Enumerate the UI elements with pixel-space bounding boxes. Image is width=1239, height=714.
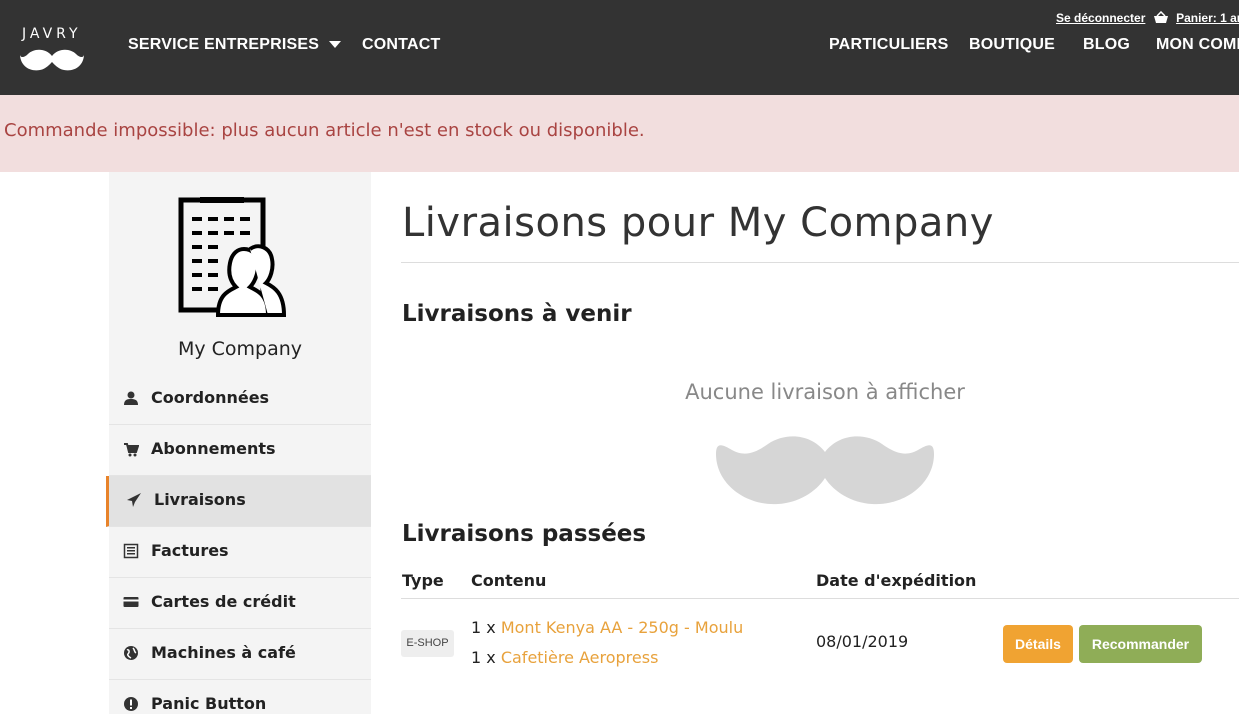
- sidebar-item-abonnements[interactable]: Abonnements: [109, 425, 371, 476]
- past-deliveries-title: Livraisons passées: [402, 521, 647, 547]
- table-header-divider: [401, 598, 1239, 599]
- cart-link[interactable]: Panier: 1 article: [1176, 11, 1239, 25]
- content-item: 1 x Cafetière Aeropress: [471, 648, 659, 667]
- sidebar-item-label: Factures: [151, 541, 229, 560]
- page-title: Livraisons pour My Company: [402, 200, 994, 246]
- sidebar-item-cartes-de-credit[interactable]: Cartes de crédit: [109, 578, 371, 629]
- logo-text: JAVRY: [22, 26, 82, 42]
- logout-link[interactable]: Se déconnecter: [1056, 11, 1145, 25]
- nav-mon-compte[interactable]: MON COMPTE: [1156, 36, 1239, 54]
- alert-icon: [124, 697, 138, 711]
- sidebar-item-label: Cartes de crédit: [151, 592, 296, 611]
- list-icon: [123, 543, 139, 559]
- sidebar-item-label: Abonnements: [151, 439, 276, 458]
- mustache-logo-icon: [20, 49, 84, 71]
- title-divider: [401, 262, 1239, 263]
- nav-particuliers[interactable]: PARTICULIERS: [829, 36, 948, 54]
- sidebar-item-label: Panic Button: [151, 694, 267, 713]
- empty-deliveries-message: Aucune livraison à afficher: [685, 380, 965, 404]
- sidebar-item-panic-button[interactable]: Panic Button: [109, 680, 371, 714]
- sidebar-item-label: Coordonnées: [151, 388, 270, 407]
- column-header-date: Date d'expédition: [816, 571, 977, 590]
- upcoming-deliveries-title: Livraisons à venir: [402, 301, 632, 327]
- nav-service-entreprises[interactable]: SERVICE ENTREPRISES: [128, 36, 342, 54]
- globe-icon: [124, 646, 138, 660]
- user-icon: [124, 391, 138, 405]
- nav-contact[interactable]: CONTACT: [362, 36, 440, 54]
- shipping-date: 08/01/2019: [816, 632, 909, 651]
- details-button[interactable]: Détails: [1003, 625, 1073, 663]
- type-badge: E-SHOP: [401, 630, 454, 657]
- reorder-button[interactable]: Recommander: [1079, 625, 1202, 663]
- product-link[interactable]: Mont Kenya AA - 250g - Moulu: [501, 618, 743, 637]
- nav-boutique[interactable]: BOUTIQUE: [969, 36, 1055, 54]
- sidebar-item-livraisons[interactable]: Livraisons: [106, 476, 371, 527]
- javry-logo[interactable]: JAVRY: [20, 26, 86, 76]
- chevron-down-icon: [329, 41, 342, 49]
- credit-card-icon: [123, 597, 139, 607]
- sidebar-item-label: Livraisons: [154, 490, 246, 509]
- content-item: 1 x Mont Kenya AA - 250g - Moulu: [471, 618, 744, 637]
- company-building-icon: [178, 197, 287, 317]
- sidebar-item-coordonnees[interactable]: Coordonnées: [109, 374, 371, 425]
- account-links: Se déconnecter Panier: 1 article: [1056, 11, 1239, 25]
- sidebar-item-label: Machines à café: [151, 643, 296, 662]
- mustache-icon: [716, 436, 934, 505]
- nav-blog[interactable]: BLOG: [1083, 36, 1130, 54]
- column-header-type: Type: [402, 571, 444, 590]
- sidebar-item-factures[interactable]: Factures: [109, 527, 371, 578]
- sidebar-item-machines-a-cafe[interactable]: Machines à café: [109, 629, 371, 680]
- paper-plane-icon: [127, 493, 141, 507]
- company-name: My Company: [177, 338, 303, 360]
- shopping-basket-icon: [1153, 11, 1168, 23]
- cart-icon: [124, 443, 139, 457]
- product-link[interactable]: Cafetière Aeropress: [501, 648, 659, 667]
- column-header-contenu: Contenu: [471, 571, 547, 590]
- alert-message: Commande impossible: plus aucun article …: [4, 120, 645, 141]
